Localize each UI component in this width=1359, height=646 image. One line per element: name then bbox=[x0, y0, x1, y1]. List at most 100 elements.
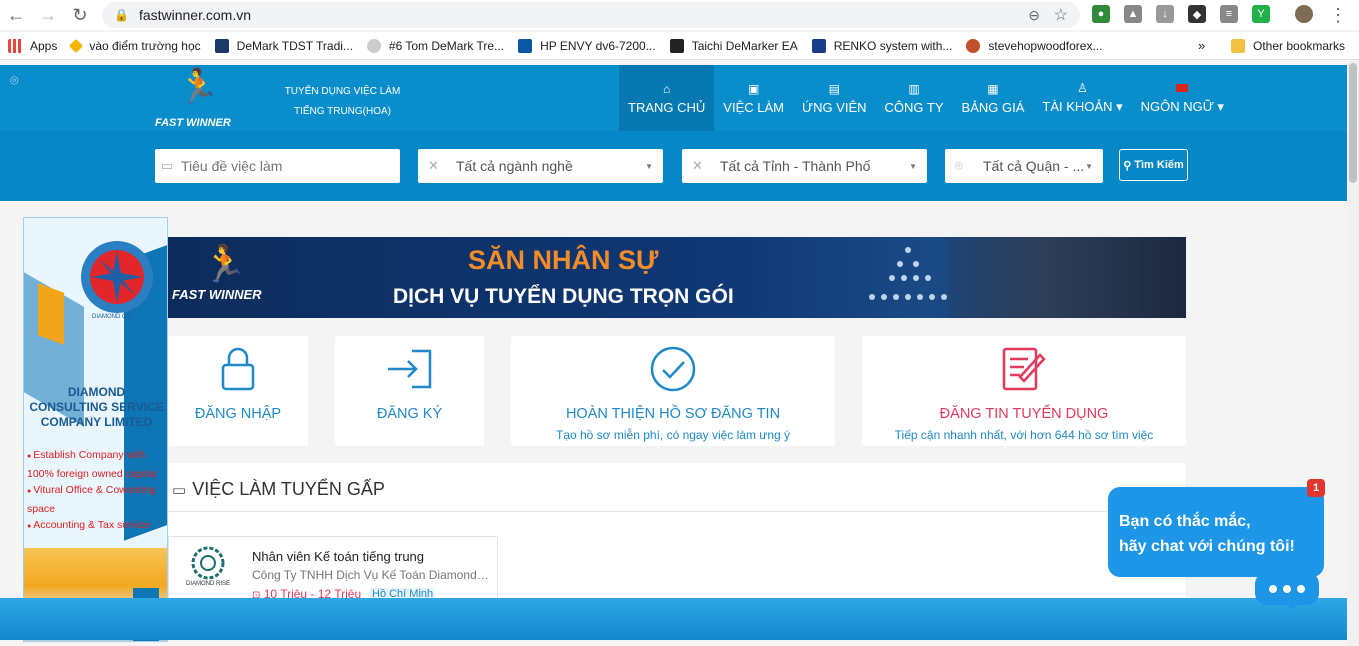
id-card-icon: ▤ bbox=[828, 81, 840, 96]
bookmark-label: #6 Tom DeMark Tre... bbox=[388, 38, 505, 53]
dot bbox=[1283, 584, 1291, 593]
tagline-line: TIẾNG TRUNG(HOA) bbox=[293, 106, 392, 117]
sidebar-ad[interactable]: DIAMOND CO. DIAMOND CONSULTING SERVICE C… bbox=[23, 217, 168, 642]
extension-globe-icon[interactable]: ● bbox=[1092, 5, 1110, 23]
district-select[interactable]: ⌾ Tất cả Quận - ... ▼ bbox=[945, 149, 1103, 183]
sign-in-icon bbox=[386, 344, 434, 394]
ad-decoration bbox=[38, 283, 64, 345]
bookmark-item[interactable]: RENKO system with... bbox=[811, 38, 952, 53]
bookmarks-overflow-icon[interactable]: » bbox=[1198, 38, 1205, 53]
nav-pricing[interactable]: ▦ BẢNG GIÁ bbox=[953, 65, 1034, 131]
footer-band bbox=[0, 598, 1347, 640]
nav-label: ỨNG VIÊN bbox=[801, 99, 867, 115]
extension-database-icon[interactable]: ≡ bbox=[1220, 5, 1238, 23]
lock-icon bbox=[221, 344, 255, 394]
urgent-jobs-section: ▭ VIỆC LÀM TUYỂN GẤP DIAMOND RISE Nhân v… bbox=[168, 463, 1186, 606]
nav-candidates[interactable]: ▤ ỨNG VIÊN bbox=[793, 65, 876, 131]
menu-dots-icon[interactable]: ⋮ bbox=[1326, 3, 1350, 27]
scrollbar-thumb[interactable] bbox=[1349, 63, 1357, 183]
login-card[interactable]: ĐĂNG NHẬP bbox=[168, 336, 308, 446]
bookmark-label: vào điểm trường học bbox=[89, 38, 201, 53]
nav-language[interactable]: NGÔN NGỮ ▾ bbox=[1132, 65, 1233, 131]
bookmark-item[interactable]: Taichi DeMarker EA bbox=[669, 38, 798, 53]
diamond-logo bbox=[81, 241, 153, 313]
post-job-card[interactable]: ĐĂNG TIN TUYỂN DỤNG Tiếp cận nhanh nhất,… bbox=[862, 336, 1186, 446]
other-bookmarks[interactable]: Other bookmarks bbox=[1231, 39, 1345, 53]
ad-company-small: DIAMOND CO. bbox=[92, 314, 133, 320]
job-company[interactable]: Công Ty TNHH Dịch Vụ Kế Toán Diamond Ris… bbox=[252, 568, 492, 582]
bookmark-apps[interactable]: Apps bbox=[8, 38, 58, 53]
nav-label: TRANG CHỦ bbox=[628, 99, 706, 115]
ad-title-line: COMPANY LIMITED bbox=[40, 415, 153, 429]
banner-title: SĂN NHÂN SỰ bbox=[468, 245, 659, 275]
folder-icon bbox=[1231, 39, 1245, 53]
site-icon bbox=[966, 38, 981, 53]
chat-badge: 1 bbox=[1307, 479, 1325, 497]
company-logo-text: DIAMOND RISE bbox=[185, 581, 230, 587]
site-logo[interactable]: 🏃 FAST WINNER bbox=[155, 68, 235, 129]
caret-down-icon: ▼ bbox=[1085, 161, 1093, 171]
chart-icon bbox=[214, 38, 229, 53]
chat-prompt[interactable]: Bạn có thắc mắc, hãy chat với chúng tôi! bbox=[1108, 487, 1324, 577]
extension-drive-icon[interactable]: ▲ bbox=[1124, 5, 1142, 23]
back-icon[interactable]: ← bbox=[4, 3, 28, 27]
building-icon: ▥ bbox=[908, 81, 920, 96]
nav-label: VIỆC LÀM bbox=[723, 99, 784, 115]
extension-y-icon[interactable]: Y bbox=[1252, 5, 1270, 23]
map-pin-icon: ⌾ bbox=[955, 158, 963, 173]
ad-bullet: Establish Company with 100% foreign owne… bbox=[27, 447, 167, 482]
bookmark-label: Apps bbox=[30, 38, 58, 53]
extension-download-icon[interactable]: ↓ bbox=[1156, 5, 1174, 23]
bookmark-item[interactable]: HP ENVY dv6-7200... bbox=[518, 38, 656, 53]
district-value: Tất cả Quận - ... bbox=[983, 158, 1085, 174]
briefcase-icon: ▭ bbox=[172, 481, 187, 499]
bookmark-star-icon[interactable]: ☆ bbox=[1054, 5, 1068, 25]
hero-banner[interactable]: 🏃 FAST WINNER SĂN NHÂN SỰ DỊCH VỤ TUYỂN … bbox=[168, 237, 1186, 318]
chart-icon bbox=[811, 38, 826, 53]
banner-logo: 🏃 FAST WINNER bbox=[172, 243, 262, 302]
nav-jobs[interactable]: ▣ VIỆC LÀM bbox=[714, 65, 793, 131]
nav-label: BẢNG GIÁ bbox=[961, 99, 1025, 115]
register-card[interactable]: ĐĂNG KÝ bbox=[335, 336, 484, 446]
diamond-rise-logo-icon bbox=[191, 546, 225, 580]
job-title-input[interactable] bbox=[181, 158, 381, 174]
compass-star-icon bbox=[90, 250, 144, 304]
site-icon bbox=[366, 38, 381, 53]
login-label: ĐĂNG NHẬP bbox=[194, 406, 282, 422]
briefcase-icon: ▭ bbox=[161, 158, 174, 173]
nav-companies[interactable]: ▥ CÔNG TY bbox=[876, 65, 953, 131]
address-bar[interactable]: 🔒 fastwinner.com.vn ⊖ ☆ bbox=[102, 2, 1080, 28]
zoom-icon[interactable]: ⊖ bbox=[1028, 7, 1040, 24]
profile-card[interactable]: HOÀN THIỆN HỒ SƠ ĐĂNG TIN Tạo hồ sơ miễn… bbox=[511, 336, 835, 446]
edit-document-icon bbox=[1000, 344, 1048, 394]
bookmark-item[interactable]: stevehopwoodforex... bbox=[966, 38, 1103, 53]
runner-icon: 🏃 bbox=[177, 68, 220, 106]
divider bbox=[168, 511, 1186, 512]
location-pin-icon[interactable]: ⌾ bbox=[10, 72, 18, 89]
job-title[interactable]: Nhân viên Kế toán tiếng trung bbox=[252, 549, 424, 564]
bookmark-item[interactable]: vào điểm trường học bbox=[69, 38, 201, 53]
chat-open-button[interactable] bbox=[1255, 572, 1319, 610]
user-icon: ♙ bbox=[1077, 81, 1088, 95]
job-title-field[interactable]: ▭ bbox=[155, 149, 400, 183]
extension-spy-icon[interactable]: ◆ bbox=[1188, 5, 1206, 23]
forward-icon[interactable]: → bbox=[36, 3, 60, 27]
nav-account[interactable]: ♙ TÀI KHOẢN ▾ bbox=[1033, 65, 1131, 131]
bookmark-label: stevehopwoodforex... bbox=[988, 38, 1103, 53]
bookmark-item[interactable]: #6 Tom DeMark Tre... bbox=[366, 38, 505, 53]
company-logo: DIAMOND RISE bbox=[177, 545, 239, 593]
page-scrollbar[interactable] bbox=[1347, 61, 1359, 646]
dot bbox=[1297, 584, 1305, 593]
search-button[interactable]: ⚲ Tìm Kiếm bbox=[1119, 149, 1188, 181]
job-card[interactable]: DIAMOND RISE Nhân viên Kế toán tiếng tru… bbox=[168, 536, 498, 606]
bookmark-item[interactable]: DeMark TDST Tradi... bbox=[214, 38, 353, 53]
reload-icon[interactable]: ↻ bbox=[68, 3, 92, 27]
profile-title: HOÀN THIỆN HỒ SƠ ĐĂNG TIN bbox=[565, 406, 781, 422]
province-select[interactable]: ✕ Tất cả Tỉnh - Thành Phố ▼ bbox=[682, 149, 927, 183]
url-text[interactable]: fastwinner.com.vn bbox=[139, 7, 251, 23]
bookmark-label: Taichi DeMarker EA bbox=[691, 38, 798, 53]
nav-home[interactable]: ⌂ TRANG CHỦ bbox=[619, 65, 715, 131]
industry-select[interactable]: ✕ Tất cả ngành nghề ▼ bbox=[418, 149, 663, 183]
profile-avatar-icon[interactable] bbox=[1295, 5, 1313, 23]
tools-icon: ✕ bbox=[692, 158, 703, 173]
